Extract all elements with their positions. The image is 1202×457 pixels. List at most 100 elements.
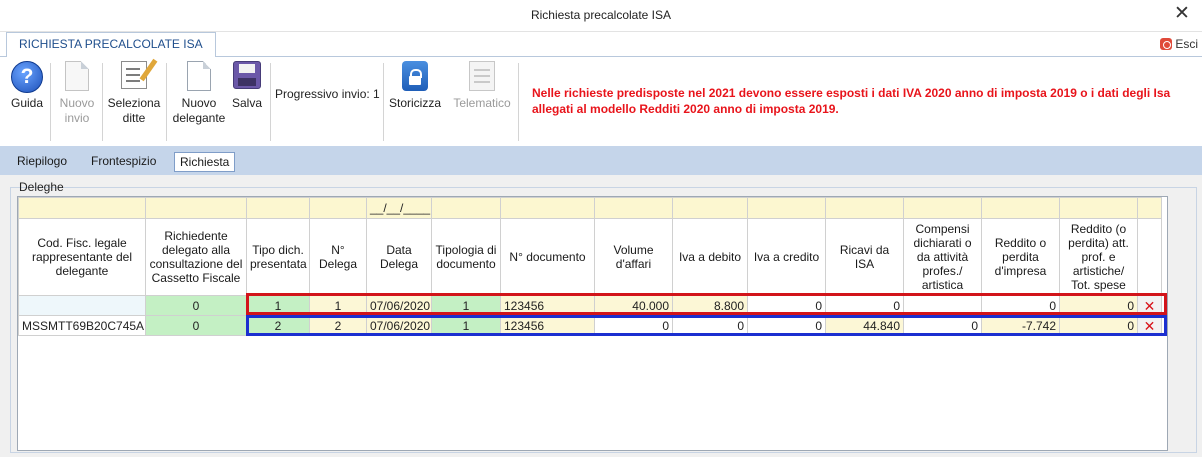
telematic-icon bbox=[469, 61, 495, 91]
telematico-button[interactable]: Telematico bbox=[450, 61, 514, 111]
delete-row-button[interactable]: ✕ bbox=[1137, 315, 1162, 336]
tab-riepilogo[interactable]: Riepilogo bbox=[12, 152, 72, 172]
nuovo-invio-label-2: invio bbox=[64, 111, 90, 125]
filter-cell bbox=[1137, 197, 1162, 219]
iva-debito-cell[interactable]: 0 bbox=[672, 315, 748, 336]
filter-cell[interactable] bbox=[145, 197, 247, 219]
ricavi-isa-cell[interactable]: 44.840 bbox=[825, 315, 904, 336]
n-documento-cell[interactable]: 123456 bbox=[500, 315, 595, 336]
volume-affari-cell[interactable]: 0 bbox=[594, 315, 673, 336]
column-header[interactable]: N° Delega bbox=[309, 218, 367, 296]
telematico-label: Telematico bbox=[453, 96, 511, 110]
iva-debito-cell[interactable]: 8.800 bbox=[672, 295, 748, 316]
warning-message: Nelle richieste predisposte nel 2021 dev… bbox=[532, 86, 1171, 116]
filter-row: __/__/____ bbox=[18, 197, 1162, 219]
compensi-cell[interactable]: 0 bbox=[903, 315, 982, 336]
ricavi-isa-cell[interactable]: 0 bbox=[825, 295, 904, 316]
cod-fisc-cell[interactable]: MSSMTT69B20C745A bbox=[18, 315, 146, 336]
deleghe-grid: __/__/____ Cod. Fisc. legale rappresenta… bbox=[17, 196, 1168, 451]
n-documento-cell[interactable]: 123456 bbox=[500, 295, 595, 316]
filter-cell[interactable] bbox=[246, 197, 310, 219]
column-header[interactable]: Ricavi da ISA bbox=[825, 218, 904, 296]
richiedente-cell[interactable]: 0 bbox=[145, 295, 247, 316]
reddito-prof-cell[interactable]: 0 bbox=[1059, 295, 1138, 316]
tipologia-cell[interactable]: 1 bbox=[431, 295, 501, 316]
column-header bbox=[1137, 218, 1162, 296]
n-delega-cell[interactable]: 2 bbox=[309, 315, 367, 336]
cod-fisc-cell[interactable] bbox=[18, 295, 146, 316]
seleziona-ditte-button[interactable]: Seleziona ditte bbox=[106, 58, 162, 126]
iva-credito-cell[interactable]: 0 bbox=[747, 295, 826, 316]
tab-frontespizio[interactable]: Frontespizio bbox=[86, 152, 161, 172]
filter-cell[interactable] bbox=[1059, 197, 1138, 219]
section-tabs: Riepilogo Frontespizio Richiesta bbox=[0, 146, 1202, 175]
nuovo-invio-label-1: Nuovo bbox=[59, 96, 95, 110]
column-header[interactable]: Cod. Fisc. legale rappresentante del del… bbox=[18, 218, 146, 296]
deleghe-panel: Deleghe __/__/____ Cod. Fisc. legale rap… bbox=[0, 175, 1202, 457]
progressivo-invio-label: Progressivo invio: 1 bbox=[275, 87, 380, 101]
volume-affari-cell[interactable]: 40.000 bbox=[594, 295, 673, 316]
column-header[interactable]: Reddito o perdita d'impresa bbox=[981, 218, 1060, 296]
seleziona-ditte-label-2: ditte bbox=[122, 111, 146, 125]
reddito-impresa-cell[interactable]: 0 bbox=[981, 295, 1060, 316]
table-row[interactable]: 0 1 1 07/06/2020 1 123456 40.000 8.800 0… bbox=[18, 295, 1162, 316]
ribbon-tab-strip: RICHIESTA PRECALCOLATE ISA Esci bbox=[0, 32, 1202, 58]
tipo-dich-cell[interactable]: 2 bbox=[246, 315, 310, 336]
filter-cell[interactable] bbox=[431, 197, 501, 219]
column-header[interactable]: N° documento bbox=[500, 218, 595, 296]
column-header[interactable]: Tipo dich. presentata bbox=[246, 218, 310, 296]
filter-cell[interactable] bbox=[747, 197, 826, 219]
column-header[interactable]: Richiedente delegato alla consultazione … bbox=[145, 218, 247, 296]
deleghe-table: __/__/____ Cod. Fisc. legale rappresenta… bbox=[18, 197, 1162, 336]
iva-credito-cell[interactable]: 0 bbox=[747, 315, 826, 336]
column-header[interactable]: Volume d'affari bbox=[594, 218, 673, 296]
filter-cell[interactable] bbox=[981, 197, 1060, 219]
new-document-icon bbox=[65, 61, 89, 91]
exit-button[interactable]: Esci bbox=[1160, 34, 1198, 54]
compensi-cell[interactable] bbox=[903, 295, 982, 316]
ribbon-tab-richiesta-precalcolate-isa[interactable]: RICHIESTA PRECALCOLATE ISA bbox=[6, 32, 216, 58]
data-delega-cell[interactable]: 07/06/2020 bbox=[366, 315, 432, 336]
storicizza-button[interactable]: Storicizza bbox=[388, 61, 442, 111]
filter-cell[interactable] bbox=[18, 197, 146, 219]
column-header[interactable]: Iva a credito bbox=[747, 218, 826, 296]
tab-richiesta[interactable]: Richiesta bbox=[174, 152, 236, 172]
guida-button[interactable]: ? Guida bbox=[8, 61, 46, 111]
column-header[interactable]: Compensi dichiarati o da attività profes… bbox=[903, 218, 982, 296]
tipo-dich-cell[interactable]: 1 bbox=[246, 295, 310, 316]
separator bbox=[270, 63, 271, 141]
select-list-icon bbox=[121, 58, 158, 89]
column-header[interactable]: Reddito (o perdita) att. prof. e artisti… bbox=[1059, 218, 1138, 296]
new-document-icon bbox=[187, 61, 211, 91]
window-title: Richiesta precalcolate ISA bbox=[530, 8, 672, 22]
column-header[interactable]: Iva a debito bbox=[672, 218, 748, 296]
salva-button[interactable]: Salva bbox=[229, 61, 265, 111]
filter-date-cell[interactable]: __/__/____ bbox=[366, 197, 432, 219]
reddito-prof-cell[interactable]: 0 bbox=[1059, 315, 1138, 336]
filter-cell[interactable] bbox=[903, 197, 982, 219]
richiedente-cell[interactable]: 0 bbox=[145, 315, 247, 336]
data-delega-cell[interactable]: 07/06/2020 bbox=[366, 295, 432, 316]
filter-cell[interactable] bbox=[825, 197, 904, 219]
storicizza-label: Storicizza bbox=[388, 96, 441, 110]
seleziona-ditte-label-1: Seleziona bbox=[107, 96, 161, 110]
column-header[interactable]: Data Delega bbox=[366, 218, 432, 296]
deleghe-group-title: Deleghe bbox=[19, 180, 64, 194]
n-delega-cell[interactable]: 1 bbox=[309, 295, 367, 316]
filter-cell[interactable] bbox=[500, 197, 595, 219]
tipologia-cell[interactable]: 1 bbox=[431, 315, 501, 336]
separator bbox=[50, 63, 51, 141]
nuovo-invio-button[interactable]: Nuovo invio bbox=[54, 61, 100, 126]
guida-label: Guida bbox=[10, 96, 44, 110]
reddito-impresa-cell[interactable]: -7.742 bbox=[981, 315, 1060, 336]
column-header[interactable]: Tipologia di documento bbox=[431, 218, 501, 296]
filter-cell[interactable] bbox=[672, 197, 748, 219]
filter-cell[interactable] bbox=[309, 197, 367, 219]
separator bbox=[102, 63, 103, 141]
close-icon[interactable]: ✕ bbox=[1172, 4, 1192, 24]
nuovo-delegante-label-2: delegante bbox=[172, 111, 226, 125]
nuovo-delegante-button[interactable]: Nuovo delegante bbox=[170, 61, 228, 126]
filter-cell[interactable] bbox=[594, 197, 673, 219]
delete-row-button[interactable]: ✕ bbox=[1137, 295, 1162, 316]
table-row[interactable]: MSSMTT69B20C745A 0 2 2 07/06/2020 1 1234… bbox=[18, 315, 1162, 336]
